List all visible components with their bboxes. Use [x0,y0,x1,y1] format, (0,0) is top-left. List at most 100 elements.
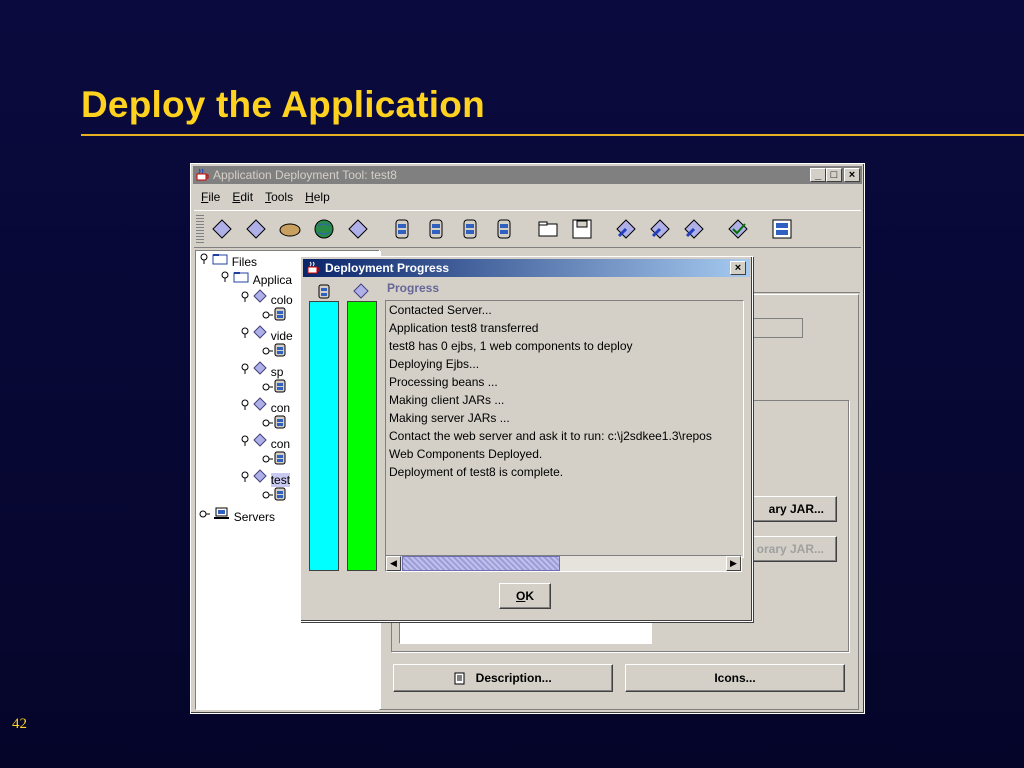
tree-node-web-jar[interactable] [262,487,286,504]
save-icon [572,219,592,239]
tree-node-servers[interactable]: Servers [199,507,275,524]
update-files-button[interactable] [612,215,640,243]
scroll-thumb[interactable] [402,556,560,571]
server-jar-icon [318,284,330,299]
tree-node-application[interactable]: con [240,397,290,415]
tree-node-application[interactable]: colo [240,289,293,307]
log-line: Deploying Ejbs... [389,357,480,371]
menu-edit[interactable]: Edit [226,188,259,206]
jar-icon [274,343,286,357]
toolbar-grip[interactable] [196,215,204,243]
collapsed-handle-icon [262,383,273,391]
tree-label-applications: Applica [252,272,293,287]
server-config-button[interactable] [768,215,796,243]
description-button[interactable]: Description... [393,664,613,692]
update-files-icon [616,219,636,239]
tree-node-application[interactable]: vide [240,325,293,343]
collapsed-handle-icon [262,455,273,463]
minimize-button[interactable]: _ [810,168,826,182]
dialog-close-button[interactable]: × [730,261,746,275]
tree-label-application: test [270,472,291,487]
new-application-icon [212,219,232,239]
deploy-icon [650,219,670,239]
description-text-field[interactable] [399,620,652,644]
description-button-label: Description... [475,671,552,685]
tree-label-application: sp [270,364,284,379]
progress-label: Progress [387,281,440,295]
tree-node-application[interactable]: test [240,469,291,487]
remove-library-jar-label: orary JAR... [756,542,824,556]
collapsed-handle-icon [262,347,273,355]
new-application-button[interactable] [208,215,236,243]
page-number: 42 [12,716,27,732]
new-connector-button[interactable] [344,215,372,243]
new-connector-icon [348,219,368,239]
application-progress-bar [347,301,377,571]
tree-node-applications[interactable]: Applica [220,271,292,288]
verify-button[interactable] [724,215,752,243]
expand-handle-icon [200,253,208,264]
tree-node-web-jar[interactable] [262,415,286,432]
log-line: Application test8 transferred [389,321,539,335]
tree-node-application[interactable]: con [240,433,290,451]
expand-handle-icon [241,291,249,302]
expand-handle-icon [241,399,249,410]
java-cup-icon [196,168,209,181]
horizontal-scrollbar[interactable]: ◀ ▶ [385,555,742,572]
add-entity-button[interactable] [388,215,416,243]
jar-icon [274,451,286,465]
add-client-jar-icon [497,219,511,239]
new-web-component-button[interactable] [310,215,338,243]
expand-handle-icon [241,435,249,446]
dialog-titlebar[interactable]: Deployment Progress × [303,259,750,277]
jar-icon [274,487,286,501]
new-client-button[interactable] [276,215,304,243]
window-title: Application Deployment Tool: test8 [213,168,397,182]
add-client-jar-button[interactable] [490,215,518,243]
collapsed-handle-icon [262,311,273,319]
menu-tools[interactable]: Tools [259,188,299,206]
menu-help[interactable]: Help [299,188,336,206]
expand-handle-icon [241,327,249,338]
application-diamond-icon [253,289,268,303]
ok-label-rest: K [525,589,534,603]
application-diamond-icon [253,469,268,483]
log-line: Web Components Deployed. [389,447,543,461]
save-button[interactable] [568,215,596,243]
tree-node-web-jar[interactable] [262,307,286,324]
menu-label-rest: ools [271,190,294,204]
new-ejb-button[interactable] [242,215,270,243]
add-session-button[interactable] [456,215,484,243]
menu-file[interactable]: File [195,188,226,206]
tree-node-web-jar[interactable] [262,451,286,468]
ok-button[interactable]: OK [499,583,551,609]
slide-title: Deploy the Application [81,84,485,125]
open-folder-button[interactable] [534,215,562,243]
window-titlebar[interactable]: Application Deployment Tool: test8 _ □ × [193,166,862,184]
scroll-right-icon[interactable]: ▶ [726,556,741,571]
undeploy-button[interactable] [680,215,708,243]
tree-node-web-jar[interactable] [262,379,286,396]
close-button[interactable]: × [844,168,860,182]
folder-icon [212,254,228,265]
tree-node-application[interactable]: sp [240,361,284,379]
deploy-button[interactable] [646,215,674,243]
java-cup-icon [307,261,320,274]
add-ejb-jar-icon [429,219,443,239]
log-line: Making client JARs ... [389,393,505,407]
jar-icon [274,307,286,321]
add-entity-icon [395,219,409,239]
jar-icon [274,415,286,429]
tree-node-files[interactable]: Files [199,253,257,270]
icons-button[interactable]: Icons... [625,664,845,692]
collapsed-handle-icon [262,491,273,499]
document-icon [454,672,465,685]
tree-label-application: vide [270,328,293,343]
scroll-left-icon[interactable]: ◀ [386,556,401,571]
add-ejb-jar-button[interactable] [422,215,450,243]
maximize-button[interactable]: □ [826,168,842,182]
tree-node-web-jar[interactable] [262,343,286,360]
jar-icon [274,379,286,393]
menu-label-rest: elp [313,190,330,204]
collapsed-handle-icon [262,419,273,427]
